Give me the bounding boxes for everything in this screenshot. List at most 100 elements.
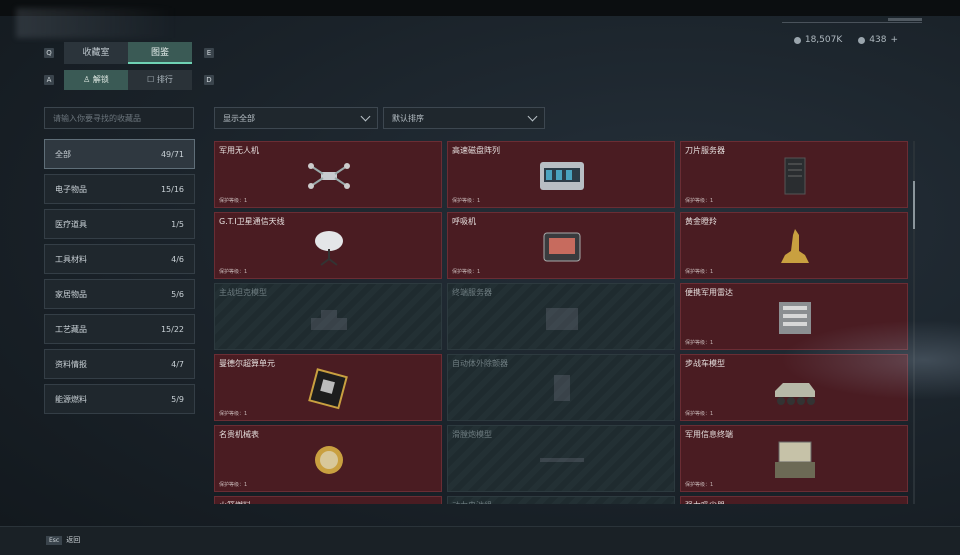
collection-card[interactable]: 刀片服务器保护等级：1 (680, 141, 908, 208)
category-count: 5/9 (171, 394, 184, 404)
back-button[interactable]: Esc 返回 (46, 533, 80, 547)
background-glow (780, 320, 960, 400)
collection-card[interactable]: 高速磁盘阵列 保护等级：1 (447, 141, 675, 208)
category-label: 全部 (55, 149, 71, 159)
category-label: 资料情报 (55, 359, 87, 369)
category-count: 4/7 (171, 359, 184, 369)
collection-card[interactable]: 强力吸尘器 (680, 496, 908, 504)
key-hint-d: D (204, 75, 214, 85)
category-list: 全部 49/71 电子物品 15/16 医疗道具 1/5 工具材料 4/6 家居物品 5/… (44, 139, 195, 419)
currency-marker (888, 18, 922, 21)
tab-collection-room[interactable]: 收藏室 (64, 42, 128, 64)
key-hint-q: Q (44, 48, 54, 58)
protection-level: 保护等级：1 (219, 411, 248, 417)
filter-dropdown-value: 显示全部 (223, 114, 255, 123)
scrollbar-thumb[interactable] (913, 181, 915, 229)
card-name: 呼吸机 (452, 217, 476, 226)
subtab-ranking[interactable]: ☐ 排行 (128, 70, 192, 90)
category-count: 4/6 (171, 254, 184, 264)
card-name: 便携军用雷达 (685, 288, 733, 297)
subtab-unlock-label: 解锁 (92, 75, 109, 84)
tank-model-icon (303, 296, 355, 340)
collection-card[interactable]: 军用信息终端 保护等级：1 (680, 425, 908, 492)
category-energy[interactable]: 能源燃料 5/9 (44, 384, 195, 414)
category-tools[interactable]: 工具材料 4/6 (44, 244, 195, 274)
collection-card[interactable]: 曼德尔超算单元 保护等级：1 (214, 354, 442, 421)
category-label: 工艺藏品 (55, 324, 87, 334)
protection-level: 保护等级：1 (452, 198, 481, 204)
protection-level: 保护等级：1 (685, 482, 714, 488)
coin-icon (793, 36, 801, 44)
chevron-down-icon (527, 111, 538, 122)
category-all[interactable]: 全部 49/71 (44, 139, 195, 169)
currency-primary: 18,507K (804, 35, 843, 45)
card-name: 军用无人机 (219, 146, 259, 155)
supercomputer-unit-icon (303, 367, 355, 411)
card-name: 刀片服务器 (685, 146, 725, 155)
defibrillator-icon (536, 367, 588, 411)
unlock-icon: ♙ (83, 75, 93, 84)
category-label: 能源燃料 (55, 394, 87, 404)
drone-icon (303, 154, 355, 198)
category-count: 15/22 (160, 324, 184, 334)
collection-card[interactable]: 呼吸机保护等级：1 (447, 212, 675, 279)
search-input[interactable]: 请输入你要寻找的收藏品 (44, 107, 194, 129)
collection-card[interactable]: G.T.I卫星通信天线 保护等级：1 (214, 212, 442, 279)
category-label: 家居物品 (55, 289, 87, 299)
card-name: 滑膛炮模型 (452, 430, 492, 439)
collection-card[interactable]: 动力电池组 (447, 496, 675, 504)
card-name: 步战车模型 (685, 359, 725, 368)
category-label: 工具材料 (55, 254, 87, 264)
collection-card[interactable]: 名贵机械表 保护等级：1 (214, 425, 442, 492)
esc-key: Esc (46, 535, 63, 545)
watch-icon (303, 438, 355, 482)
category-crafts[interactable]: 工艺藏品 15/22 (44, 314, 195, 344)
currency-divider (782, 22, 922, 23)
ventilator-icon (536, 225, 588, 269)
collection-card[interactable]: 滑膛炮模型 (447, 425, 675, 492)
collection-card[interactable]: 主战坦克模型 (214, 283, 442, 350)
protection-level: 保护等级：1 (685, 269, 714, 275)
collection-card[interactable]: 军用无人机保护等级：1 (214, 141, 442, 208)
golden-gazelle-icon (769, 225, 821, 269)
add-currency-button[interactable]: + (890, 35, 898, 45)
filter-dropdown[interactable]: 显示全部 (214, 107, 378, 129)
sub-tabs: ♙ 解锁 ☐ 排行 (64, 70, 192, 90)
collection-card[interactable]: 火箭燃料 (214, 496, 442, 504)
card-name: G.T.I卫星通信天线 (219, 217, 285, 226)
info-terminal-icon (769, 438, 821, 482)
protection-level: 保护等级：1 (219, 269, 248, 275)
currency-display: 18,507K 438 + (793, 35, 898, 45)
subtab-unlock[interactable]: ♙ 解锁 (64, 70, 128, 90)
category-medical[interactable]: 医疗道具 1/5 (44, 209, 195, 239)
server-icon (769, 154, 821, 198)
category-count: 49/71 (160, 149, 184, 159)
card-name: 高速磁盘阵列 (452, 146, 500, 155)
protection-level: 保护等级：1 (219, 198, 248, 204)
ranking-icon: ☐ (147, 75, 157, 84)
collection-card[interactable]: 自动体外除颤器 (447, 354, 675, 421)
card-name: 终端服务器 (452, 288, 492, 297)
disk-array-icon (536, 154, 588, 198)
sort-dropdown-value: 默认排序 (392, 114, 424, 123)
category-label: 医疗道具 (55, 219, 87, 229)
card-name: 自动体外除颤器 (452, 359, 508, 368)
protection-level: 保护等级：1 (685, 198, 714, 204)
collection-card[interactable]: 终端服务器 (447, 283, 675, 350)
category-intel[interactable]: 资料情报 4/7 (44, 349, 195, 379)
sort-dropdown[interactable]: 默认排序 (383, 107, 545, 129)
card-name: 黄金瞪羚 (685, 217, 717, 226)
protection-level: 保护等级：1 (685, 411, 714, 417)
key-hint-e: E (204, 48, 214, 58)
chevron-down-icon (360, 111, 371, 122)
token-icon (858, 36, 866, 44)
footer-bar (0, 526, 960, 555)
collection-card[interactable]: 黄金瞪羚保护等级：1 (680, 212, 908, 279)
card-name: 军用信息终端 (685, 430, 733, 439)
cannon-model-icon (536, 438, 588, 482)
category-electronics[interactable]: 电子物品 15/16 (44, 174, 195, 204)
protection-level: 保护等级：1 (452, 269, 481, 275)
tab-catalog[interactable]: 图鉴 (128, 42, 192, 64)
back-label: 返回 (66, 536, 81, 544)
category-household[interactable]: 家居物品 5/6 (44, 279, 195, 309)
